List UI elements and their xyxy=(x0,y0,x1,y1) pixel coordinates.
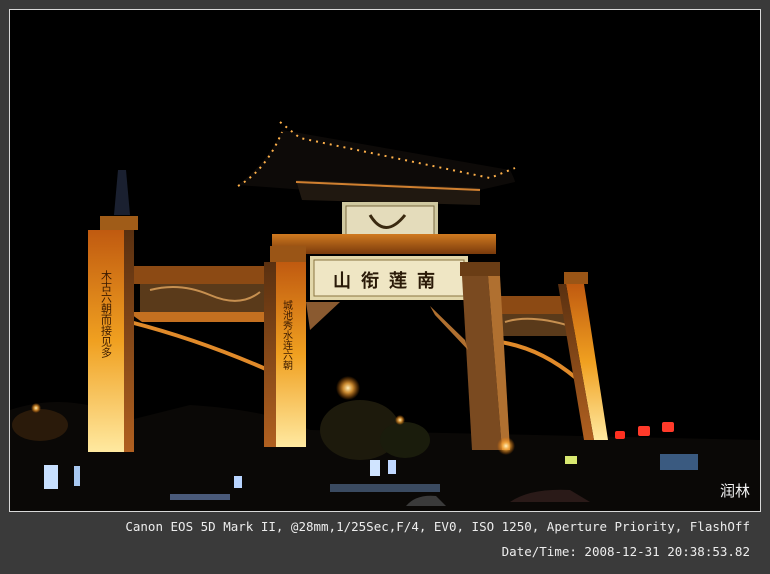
center-pillar-text: 城池秀水连六朝 xyxy=(281,300,293,371)
lit-sign xyxy=(74,466,80,486)
lit-sign xyxy=(370,460,380,476)
exif-camera-info: Canon EOS 5D Mark II, @28mm,1/25Sec,F/4,… xyxy=(125,519,750,534)
lit-sign xyxy=(388,460,396,474)
main-plaque: 山衔莲南 xyxy=(310,256,468,300)
exif-datetime: Date/Time: 2008-12-31 20:38:53.82 xyxy=(501,544,750,559)
shop-lights xyxy=(330,484,440,492)
street-lamp xyxy=(336,376,360,400)
lit-sign xyxy=(660,454,698,470)
street-lamp xyxy=(497,437,515,455)
gate-night-scene: 山衔莲南 木古六朝而接见多 城池秀水连六朝 xyxy=(10,10,760,511)
tree xyxy=(12,409,68,441)
photo: 山衔莲南 木古六朝而接见多 城池秀水连六朝 润林 xyxy=(9,9,761,512)
shop-lights xyxy=(170,494,230,500)
street-lamp xyxy=(395,415,405,425)
left-pillar-text: 木古六朝而接见多 xyxy=(100,270,113,359)
tree xyxy=(380,422,430,458)
center-left-pillar: 城池秀水连六朝 xyxy=(264,246,306,447)
main-plaque-text: 山衔莲南 xyxy=(333,270,445,292)
photographer-signature: 润林 xyxy=(719,482,750,500)
street-lamp xyxy=(31,403,41,413)
lit-sign xyxy=(44,465,58,489)
lit-sign xyxy=(565,456,577,464)
lit-sign xyxy=(234,476,242,488)
